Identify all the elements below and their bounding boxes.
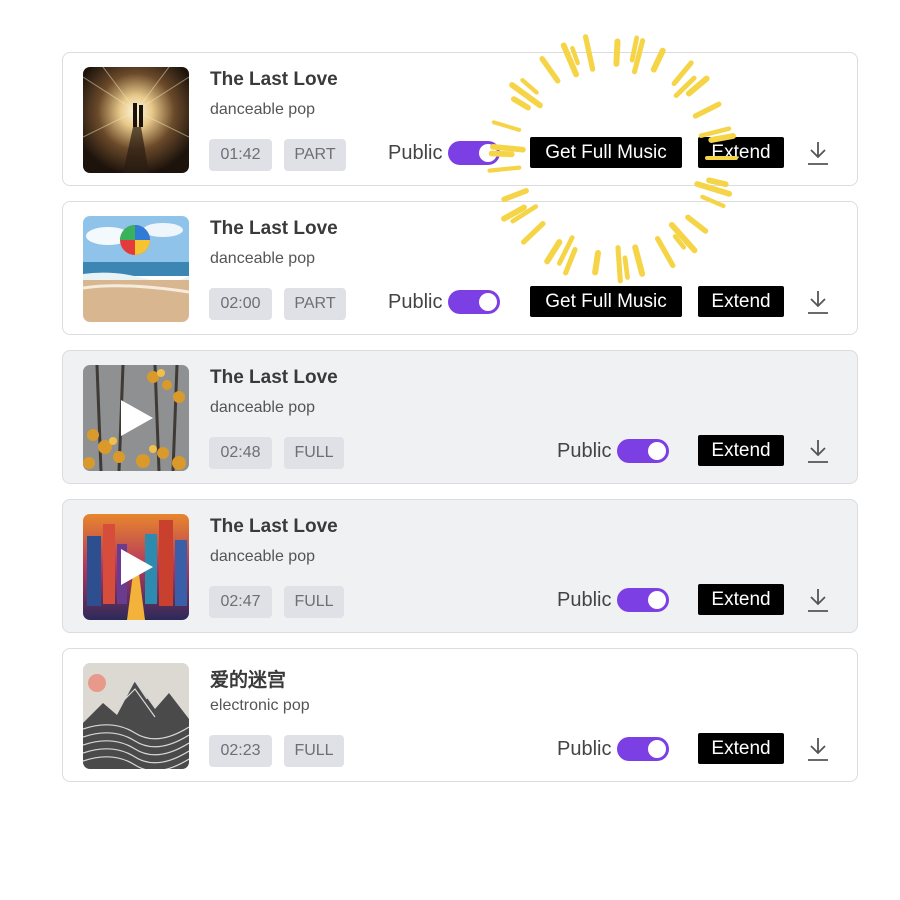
toggle-knob — [648, 740, 667, 758]
track-card[interactable]: The Last Love danceable pop 01:42 PART P… — [62, 52, 858, 186]
cover-art[interactable] — [83, 663, 189, 769]
cover-art[interactable] — [83, 216, 189, 322]
track-genre: electronic pop — [210, 697, 310, 714]
cover-art[interactable] — [83, 514, 189, 620]
track-genre: danceable pop — [210, 250, 315, 267]
public-label: Public — [557, 737, 612, 760]
track-card[interactable]: The Last Love danceable pop 02:00 PART P… — [62, 201, 858, 335]
public-toggle-group: Public — [388, 141, 501, 165]
public-toggle-group: Public — [557, 588, 670, 612]
extend-button[interactable]: Extend — [698, 435, 784, 466]
track-title: The Last Love — [210, 367, 338, 388]
public-toggle[interactable] — [617, 737, 670, 761]
version-badge: FULL — [284, 586, 344, 618]
duration-badge: 01:42 — [209, 139, 272, 171]
public-toggle-group: Public — [388, 290, 501, 314]
track-title: The Last Love — [210, 218, 338, 239]
download-icon[interactable] — [806, 140, 830, 166]
extend-button[interactable]: Extend — [698, 584, 784, 615]
play-icon[interactable] — [119, 547, 155, 587]
version-badge: FULL — [284, 735, 344, 767]
download-icon[interactable] — [806, 438, 830, 464]
public-label: Public — [557, 439, 612, 462]
public-toggle[interactable] — [617, 588, 670, 612]
track-genre: danceable pop — [210, 548, 315, 565]
track-list: The Last Love danceable pop 01:42 PART P… — [62, 52, 858, 797]
track-genre: danceable pop — [210, 101, 315, 118]
version-badge: FULL — [284, 437, 344, 469]
track-card[interactable]: The Last Love danceable pop 02:48 FULL P… — [62, 350, 858, 484]
track-title: 爱的迷宫 — [210, 670, 287, 691]
public-label: Public — [557, 588, 612, 611]
play-icon[interactable] — [119, 398, 155, 438]
duration-badge: 02:00 — [209, 288, 272, 320]
extend-button[interactable]: Extend — [698, 286, 784, 317]
public-toggle[interactable] — [448, 141, 501, 165]
duration-badge: 02:48 — [209, 437, 272, 469]
cover-art[interactable] — [83, 365, 189, 471]
toggle-knob — [479, 293, 498, 311]
public-toggle-group: Public — [557, 439, 670, 463]
public-toggle-group: Public — [557, 737, 670, 761]
toggle-knob — [648, 442, 667, 460]
duration-badge: 02:23 — [209, 735, 272, 767]
track-card[interactable]: The Last Love danceable pop 02:47 FULL P… — [62, 499, 858, 633]
version-badge: PART — [284, 288, 346, 320]
public-toggle[interactable] — [448, 290, 501, 314]
extend-button[interactable]: Extend — [698, 137, 784, 168]
track-card[interactable]: 爱的迷宫 electronic pop 02:23 FULL Public Ex… — [62, 648, 858, 782]
toggle-knob — [648, 591, 667, 609]
track-title: The Last Love — [210, 69, 338, 90]
download-icon[interactable] — [806, 587, 830, 613]
version-badge: PART — [284, 139, 346, 171]
get-full-music-button[interactable]: Get Full Music — [530, 286, 682, 317]
track-genre: danceable pop — [210, 399, 315, 416]
duration-badge: 02:47 — [209, 586, 272, 618]
track-title: The Last Love — [210, 516, 338, 537]
extend-button[interactable]: Extend — [698, 733, 784, 764]
public-toggle[interactable] — [617, 439, 670, 463]
public-label: Public — [388, 141, 443, 164]
cover-art[interactable] — [83, 67, 189, 173]
public-label: Public — [388, 290, 443, 313]
toggle-knob — [479, 144, 498, 162]
get-full-music-button[interactable]: Get Full Music — [530, 137, 682, 168]
download-icon[interactable] — [806, 736, 830, 762]
download-icon[interactable] — [806, 289, 830, 315]
